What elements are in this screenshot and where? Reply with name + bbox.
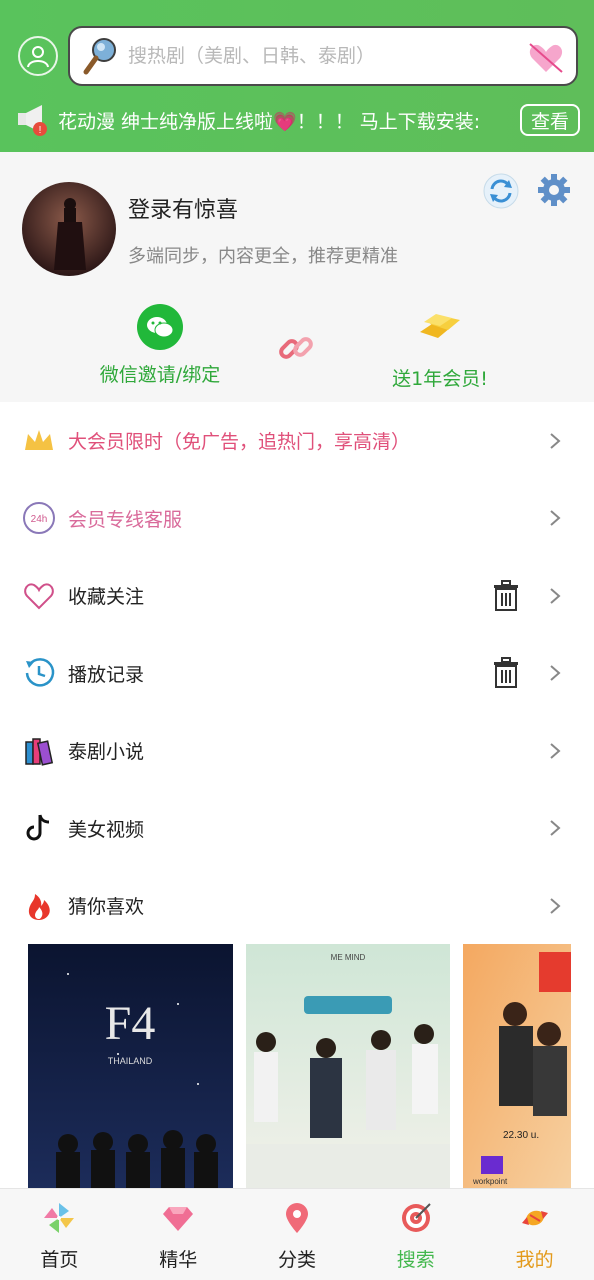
tab-featured[interactable]: 精华 [119,1189,238,1280]
chevron-right-icon [550,897,561,914]
history-clock-icon [25,658,55,687]
wechat-icon [137,304,183,350]
chevron-right-icon [550,742,561,759]
menu-item-label: 美女视频 [68,818,145,841]
search-input[interactable] [128,45,508,67]
tab-home[interactable]: 首页 [0,1189,119,1280]
recommend-posters: F4 THAILAND ME MIND 22.30 u. workpoint [28,944,571,1188]
poster-card[interactable]: ME MIND [246,944,450,1188]
candy-icon [521,1210,548,1226]
pinwheel-icon [44,1203,75,1233]
books-icon [25,738,54,766]
magnifier-icon [83,38,116,75]
chevron-right-icon [550,587,561,604]
menu-item-beauty-videos[interactable]: 美女视频 [0,790,594,868]
fire-icon [28,893,50,920]
menu-item-favorites[interactable]: 收藏关注 [0,557,594,635]
login-subtitle: 多端同步，内容更全，推荐更精准 [128,246,398,267]
crown-icon [25,429,53,450]
menu-item-vip[interactable]: 大会员限时（免广告，追热门，享高清） [0,402,594,480]
tab-label: 分类 [277,1249,316,1271]
wechat-invite-label: 微信邀请/绑定 [99,364,221,386]
menu-item-label: 播放记录 [68,663,145,686]
poster-title: F4 [105,997,156,1050]
vip-gift-button[interactable]: 送1年会员! [380,304,500,391]
bottom-tab-bar: 首页 精华 分类 搜索 我的 [0,1188,594,1280]
menu-item-recommend[interactable]: 猜你喜欢 [0,867,594,945]
poster-subtitle: THAILAND [108,1056,153,1066]
24h-support-icon: 24h [23,502,55,535]
poster-card[interactable]: 22.30 u. workpoint [463,944,571,1188]
diamond-icon [163,1207,194,1231]
tab-label: 我的 [515,1249,554,1271]
profile-photo[interactable] [22,182,116,276]
svg-text:24h: 24h [31,514,48,525]
tab-label: 搜索 [396,1249,435,1271]
target-icon [401,1203,431,1232]
chevron-right-icon [550,510,561,527]
poster-card[interactable]: F4 THAILAND [28,944,233,1188]
svg-text:!: ! [39,125,42,136]
poster-brand: ME MIND [331,953,366,962]
map-pin-icon [285,1203,308,1233]
heart-arrow-icon[interactable] [526,38,566,78]
trash-icon[interactable] [492,579,520,612]
tab-mine[interactable]: 我的 [475,1189,594,1280]
notice-bar: ! 花动漫 绅士纯净版上线啦💗！！！ 马上下载安装: 查看 [14,100,580,140]
megaphone-icon: ! [18,105,47,136]
login-title[interactable]: 登录有惊喜 [128,192,238,224]
tab-category[interactable]: 分类 [238,1189,357,1280]
menu-item-thai-novels[interactable]: 泰剧小说 [0,712,594,790]
chevron-right-icon [550,432,561,449]
menu-item-label: 大会员限时（免广告，追热门，享高清） [68,431,411,454]
top-header: ! 花动漫 绅士纯净版上线啦💗！！！ 马上下载安装: 查看 [0,0,594,152]
vip-gift-label: 送1年会员! [392,368,488,390]
tab-search[interactable]: 搜索 [356,1189,475,1280]
menu-item-label: 收藏关注 [68,586,145,609]
menu-item-label: 会员专线客服 [68,508,183,531]
chevron-right-icon [550,820,561,837]
menu-list: 大会员限时（免广告，追热门，享高清） 24h 会员专线客服 收藏关注 播放记录 … [0,402,594,945]
menu-item-customer-service[interactable]: 24h 会员专线客服 [0,480,594,558]
wechat-invite-button[interactable]: 微信邀请/绑定 [90,304,230,387]
link-chain-icon [279,337,313,359]
user-avatar-icon[interactable] [18,36,58,76]
poster-brand: workpoint [472,1177,508,1186]
gold-bars-icon [420,314,460,338]
menu-item-history[interactable]: 播放记录 [0,635,594,713]
chevron-right-icon [550,665,561,682]
menu-item-label: 猜你喜欢 [68,896,145,919]
notice-view-button[interactable]: 查看 [520,104,580,136]
settings-gear-icon[interactable] [536,172,572,208]
trash-icon[interactable] [492,657,520,689]
notice-text: 花动漫 绅士纯净版上线啦💗！！！ 马上下载安装: [58,110,481,133]
tab-label: 精华 [159,1249,198,1271]
profile-panel: 登录有惊喜 多端同步，内容更全，推荐更精准 微信邀请/绑定 送1年会员! [0,152,594,402]
tab-label: 首页 [40,1249,79,1271]
refresh-icon[interactable] [482,172,520,210]
poster-time: 22.30 u. [503,1130,539,1141]
menu-item-label: 泰剧小说 [68,741,145,764]
heart-icon [24,583,54,610]
search-bar[interactable] [68,26,578,86]
tiktok-icon [26,814,50,841]
